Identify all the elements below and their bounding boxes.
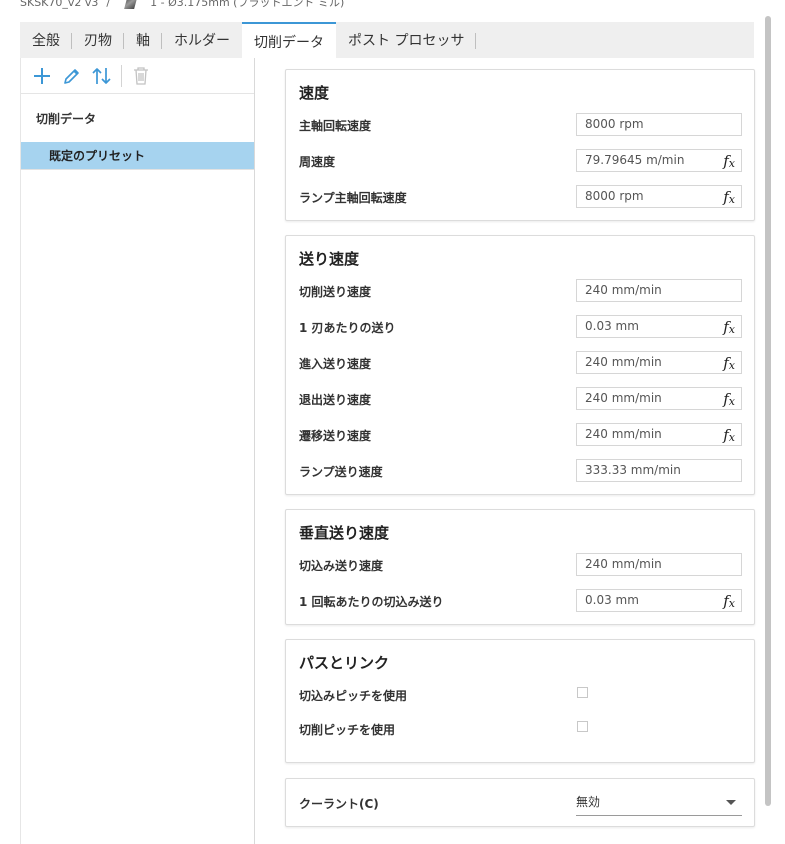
fx-icon[interactable]: fx (723, 389, 735, 412)
plunge-feed-field[interactable]: 240 mm/min (576, 553, 742, 576)
coolant-section: クーラント(C) 無効 (285, 778, 755, 827)
fx-icon[interactable]: fx (723, 425, 735, 448)
use-stepdown-row: 切込みピッチを使用 (286, 683, 754, 707)
end-mill-thumbnail-icon (124, 0, 139, 9)
plunge-feed-label: 切込み送り速度 (299, 559, 384, 573)
surface-speed-field[interactable]: 79.79645 m/min fx (576, 149, 742, 172)
pencil-icon (64, 68, 79, 84)
tab-shaft[interactable]: 軸 (124, 22, 162, 58)
feed-per-tooth-field[interactable]: 0.03 mm fx (576, 315, 742, 338)
use-stepover-row: 切削ピッチを使用 (286, 717, 754, 741)
plunge-per-rev-row: 1 回転あたりの切込み送り 0.03 mm fx (286, 589, 754, 613)
use-stepover-label: 切削ピッチを使用 (299, 723, 396, 737)
ramp-feed-field[interactable]: 333.33 mm/min (576, 459, 742, 482)
tree-item-default-preset[interactable]: 既定のプリセット (21, 142, 254, 170)
breadcrumb-project[interactable]: SKSK70_v2 v3 (20, 0, 98, 9)
tree-root-cutting-data[interactable]: 切削データ (21, 94, 254, 142)
coolant-select[interactable]: 無効 (576, 792, 742, 816)
speed-section-title: 速度 (299, 84, 330, 102)
coolant-row: クーラント(C) 無効 (286, 791, 754, 816)
use-stepdown-label: 切込みピッチを使用 (299, 689, 408, 703)
lead-out-feed-field[interactable]: 240 mm/min fx (576, 387, 742, 410)
use-stepover-checkbox[interactable] (577, 721, 588, 732)
delete-preset-button[interactable] (126, 61, 156, 91)
plus-icon (34, 67, 50, 84)
tab-cutter[interactable]: 刃物 (72, 22, 124, 58)
surface-speed-label: 周速度 (299, 155, 336, 169)
feed-per-tooth-row: 1 刃あたりの送り 0.03 mm fx (286, 315, 754, 339)
fx-icon[interactable]: fx (723, 317, 735, 340)
breadcrumb-tool: 1 - Ø3.175mm (フラットエンド ミル) (150, 0, 345, 9)
sort-arrows-icon (92, 67, 111, 84)
spindle-speed-label: 主軸回転速度 (299, 119, 372, 133)
use-stepdown-checkbox[interactable] (577, 687, 588, 698)
tab-cutting-data[interactable]: 切削データ (242, 22, 336, 59)
feed-section: 送り速度 切削送り速度 240 mm/min 1 刃あたりの送り 0.03 mm… (285, 235, 755, 495)
spindle-speed-field[interactable]: 8000 rpm (576, 113, 742, 136)
lead-in-feed-field[interactable]: 240 mm/min fx (576, 351, 742, 374)
fx-icon[interactable]: fx (723, 591, 735, 614)
plunge-feed-row: 切込み送り速度 240 mm/min (286, 553, 754, 577)
surface-speed-row: 周速度 79.79645 m/min fx (286, 149, 754, 173)
add-preset-button[interactable] (27, 61, 57, 91)
fx-icon[interactable]: fx (723, 187, 735, 210)
speed-section: 速度 主軸回転速度 8000 rpm 周速度 79.79645 m/min fx … (285, 69, 755, 221)
ramp-spindle-speed-label: ランプ主軸回転速度 (299, 191, 407, 205)
breadcrumb: SKSK70_v2 v3 / 1 - Ø3.175mm (フラットエンド ミル) (20, 0, 344, 10)
tab-post-processor[interactable]: ポスト プロセッサ (336, 22, 477, 58)
ramp-spindle-speed-row: ランプ主軸回転速度 8000 rpm fx (286, 185, 754, 209)
preset-toolbar (21, 58, 254, 94)
chevron-down-icon (726, 800, 736, 805)
edit-preset-button[interactable] (57, 61, 87, 91)
ramp-feed-label: ランプ送り速度 (299, 465, 383, 479)
vertical-feed-section: 垂直送り速度 切込み送り速度 240 mm/min 1 回転あたりの切込み送り … (285, 509, 755, 625)
feed-section-title: 送り速度 (299, 250, 360, 268)
lead-in-feed-row: 進入送り速度 240 mm/min fx (286, 351, 754, 375)
tab-holder[interactable]: ホルダー (162, 22, 242, 58)
scrollbar-thumb[interactable] (765, 16, 771, 806)
passes-section: パスとリンク 切込みピッチを使用 切削ピッチを使用 (285, 639, 755, 763)
tab-general[interactable]: 全般 (20, 22, 72, 58)
trash-icon (134, 66, 148, 85)
lead-in-feed-label: 進入送り速度 (299, 357, 372, 371)
vertical-feed-section-title: 垂直送り速度 (299, 524, 390, 542)
lead-out-feed-label: 退出送り速度 (299, 393, 372, 407)
transition-feed-label: 遷移送り速度 (299, 429, 372, 443)
cutting-feed-label: 切削送り速度 (299, 285, 372, 299)
ramp-spindle-speed-field[interactable]: 8000 rpm fx (576, 185, 742, 208)
ramp-feed-row: ランプ送り速度 333.33 mm/min (286, 459, 754, 483)
fx-icon[interactable]: fx (723, 353, 735, 376)
passes-section-title: パスとリンク (299, 654, 390, 672)
sort-preset-button[interactable] (87, 61, 117, 91)
feed-per-tooth-label: 1 刃あたりの送り (299, 321, 396, 335)
tab-bar: 全般 刃物 軸 ホルダー 切削データ ポスト プロセッサ (20, 22, 754, 59)
coolant-label: クーラント(C) (299, 797, 379, 811)
preset-pane: 切削データ 既定のプリセット (20, 58, 255, 844)
breadcrumb-separator: / (106, 0, 111, 9)
spindle-speed-row: 主軸回転速度 8000 rpm (286, 113, 754, 137)
cutting-feed-field[interactable]: 240 mm/min (576, 279, 742, 302)
fx-icon[interactable]: fx (723, 151, 735, 174)
cutting-feed-row: 切削送り速度 240 mm/min (286, 279, 754, 303)
lead-out-feed-row: 退出送り速度 240 mm/min fx (286, 387, 754, 411)
plunge-per-rev-label: 1 回転あたりの切込み送り (299, 595, 444, 609)
transition-feed-row: 遷移送り速度 240 mm/min fx (286, 423, 754, 447)
transition-feed-field[interactable]: 240 mm/min fx (576, 423, 742, 446)
plunge-per-rev-field[interactable]: 0.03 mm fx (576, 589, 742, 612)
toolbar-divider (121, 64, 122, 87)
